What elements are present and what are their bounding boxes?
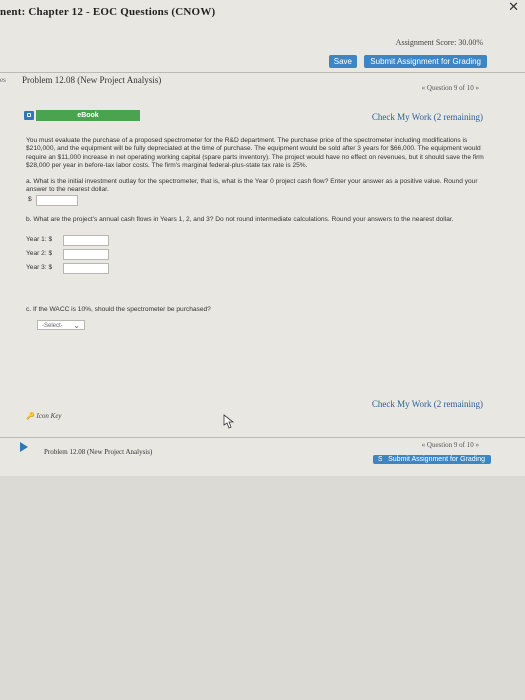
year2-cash-flow-input[interactable] (63, 249, 109, 260)
year3-cash-flow-input[interactable] (63, 263, 109, 274)
footer-divider (0, 437, 525, 438)
part-b-question: b. What are the project's annual cash fl… (26, 216, 454, 223)
year1-label: Year 1: $ (26, 236, 53, 243)
year0-cash-flow-input[interactable] (36, 195, 78, 206)
save-button[interactable]: Save (328, 55, 357, 68)
select-value: -Select- (42, 323, 63, 329)
play-triangle-icon (20, 442, 28, 452)
year1-cash-flow-input[interactable] (63, 235, 109, 246)
empty-page-area (0, 476, 525, 700)
check-my-work-link[interactable]: Check My Work (2 remaining) (372, 112, 483, 122)
problem-title: Problem 12.08 (New Project Analysis) (22, 75, 162, 85)
part-a-question: a. What is the initial investment outlay… (26, 178, 478, 194)
dollar-sign: $ (28, 196, 32, 203)
purchase-decision-select[interactable]: -Select- ⌄ (37, 320, 85, 330)
close-icon[interactable]: ✕ (508, 0, 519, 15)
assignment-title: nent: Chapter 12 - EOC Questions (CNOW) (0, 6, 216, 18)
year2-label: Year 2: $ (26, 250, 53, 257)
mouse-cursor-icon (223, 414, 235, 429)
assignment-score: Assignment Score: 30.00% (395, 38, 483, 47)
footer-submit-button[interactable]: Submit Assignment for Grading (382, 455, 491, 464)
header-divider (0, 72, 525, 73)
icon-key-label: Icon Key (36, 412, 62, 420)
check-my-work-link-bottom[interactable]: Check My Work (2 remaining) (372, 399, 483, 409)
year3-label: Year 3: $ (26, 264, 53, 271)
ebook-icon (24, 111, 34, 120)
problem-paragraph: You must evaluate the purchase of a prop… (26, 137, 484, 170)
icon-key-link[interactable]: 🔑 Icon Key (26, 412, 62, 420)
key-icon: 🔑 (26, 412, 35, 420)
footer-problem-title: Problem 12.08 (New Project Analysis) (44, 448, 153, 456)
submit-assignment-button[interactable]: Submit Assignment for Grading (364, 55, 487, 68)
side-tab-label: es (0, 76, 6, 84)
part-c-question: c. If the WACC is 10%, should the spectr… (26, 306, 211, 313)
question-navigation[interactable]: « Question 9 of 10 » (422, 84, 479, 92)
footer-question-navigation[interactable]: « Question 9 of 10 » (422, 441, 479, 449)
chevron-down-icon: ⌄ (73, 321, 80, 330)
ebook-button[interactable]: eBook (36, 110, 140, 121)
